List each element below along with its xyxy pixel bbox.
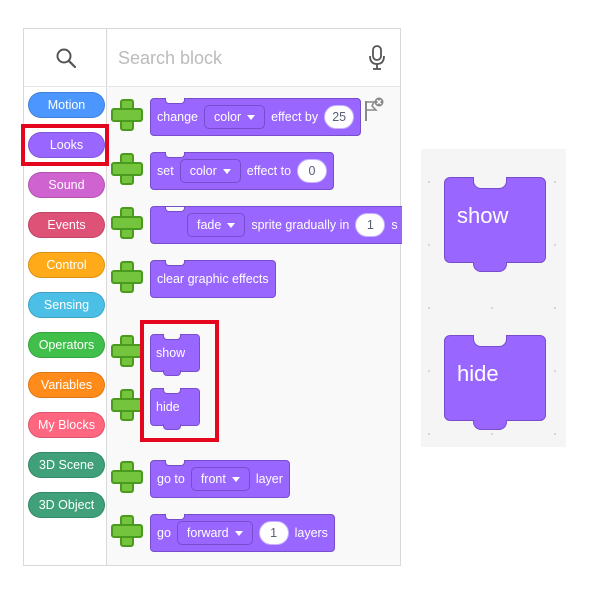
category-label: 3D Object	[38, 498, 95, 512]
dropdown-value: fade	[197, 218, 222, 232]
category-3d-object[interactable]: 3D Object	[28, 492, 105, 518]
caret-down-icon	[234, 530, 243, 536]
effect-dropdown[interactable]: color	[204, 105, 266, 129]
category-label: Sound	[48, 178, 85, 192]
layer-count-input[interactable]: 1	[258, 521, 289, 545]
category-label: Events	[47, 218, 86, 232]
fade-duration-input[interactable]: 1	[355, 213, 386, 237]
block-text: s	[391, 218, 398, 232]
search-icon	[56, 48, 76, 68]
layer-dropdown[interactable]: front	[190, 467, 250, 491]
category-sensing[interactable]: Sensing	[28, 292, 105, 318]
category-variables[interactable]: Variables	[28, 372, 105, 398]
add-block-plus-icon[interactable]	[109, 387, 143, 421]
search-button[interactable]	[24, 29, 107, 87]
category-control[interactable]: Control	[28, 252, 105, 278]
hide-block-preview: hide	[444, 335, 546, 430]
block-text: layers	[294, 526, 328, 540]
add-block-plus-icon[interactable]	[109, 513, 143, 547]
block-text: go	[157, 526, 171, 540]
category-column: Motion Looks Sound Events Control Sensin…	[24, 29, 107, 565]
category-label: Control	[46, 258, 87, 272]
block-text: layer	[255, 472, 283, 486]
block-text: show	[457, 203, 509, 228]
block-text: effect by	[271, 110, 319, 124]
dropdown-value: color	[189, 164, 217, 178]
category-sound[interactable]: Sound	[28, 172, 105, 198]
category-label: My Blocks	[38, 418, 95, 432]
change-effect-block[interactable]: change color effect by 25	[150, 98, 362, 136]
block-text: clear graphic effects	[157, 272, 269, 286]
category-label: Motion	[47, 98, 86, 112]
search-bar	[108, 29, 400, 87]
caret-down-icon	[247, 114, 256, 120]
looks-category-highlight	[21, 124, 109, 166]
set-effect-block[interactable]: set color effect to 0	[150, 152, 335, 190]
caret-down-icon	[222, 168, 231, 174]
block-preview-panel: show hide	[421, 149, 566, 447]
block-palette: Motion Looks Sound Events Control Sensin…	[23, 28, 402, 566]
search-input[interactable]	[118, 43, 348, 73]
block-text: sprite gradually in	[251, 218, 350, 232]
category-3d-scene[interactable]: 3D Scene	[28, 452, 105, 478]
add-block-plus-icon[interactable]	[109, 151, 143, 185]
block-text: hide	[457, 361, 499, 386]
add-block-plus-icon[interactable]	[109, 259, 143, 293]
category-label: 3D Scene	[39, 458, 94, 472]
dropdown-value: color	[214, 110, 242, 124]
category-operators[interactable]: Operators	[28, 332, 105, 358]
add-block-plus-icon[interactable]	[109, 97, 143, 131]
block-text: change	[157, 110, 199, 124]
category-label: Sensing	[43, 298, 90, 312]
fade-dropdown[interactable]: fade	[187, 213, 246, 237]
show-block-preview: show	[444, 177, 546, 272]
add-block-plus-icon[interactable]	[109, 333, 143, 367]
go-to-layer-block[interactable]: go to front layer	[150, 460, 290, 498]
category-label: Variables	[40, 378, 93, 392]
clear-effects-block[interactable]: clear graphic effects	[150, 260, 276, 298]
add-block-plus-icon[interactable]	[109, 205, 143, 239]
category-my-blocks[interactable]: My Blocks	[28, 412, 105, 438]
microphone-icon[interactable]	[368, 45, 386, 71]
go-layers-block[interactable]: go forward 1 layers	[150, 514, 335, 552]
dropdown-value: forward	[186, 526, 229, 540]
fade-sprite-block[interactable]: fade sprite gradually in 1 s	[150, 206, 402, 244]
caret-down-icon	[231, 476, 240, 482]
category-motion[interactable]: Motion	[28, 92, 105, 118]
effect-value-input[interactable]: 0	[297, 159, 328, 183]
effect-amount-input[interactable]: 25	[324, 105, 355, 129]
direction-dropdown[interactable]: forward	[176, 521, 253, 545]
effect-dropdown[interactable]: color	[179, 159, 241, 183]
show-hide-highlight	[140, 320, 219, 442]
category-label: Operators	[38, 338, 95, 352]
caret-down-icon	[227, 222, 236, 228]
block-text: set	[157, 164, 174, 178]
add-block-plus-icon[interactable]	[109, 459, 143, 493]
block-text: effect to	[246, 164, 292, 178]
flag-close-icon[interactable]	[360, 97, 384, 123]
block-text: go to	[157, 472, 185, 486]
category-events[interactable]: Events	[28, 212, 105, 238]
dropdown-value: front	[200, 472, 226, 486]
